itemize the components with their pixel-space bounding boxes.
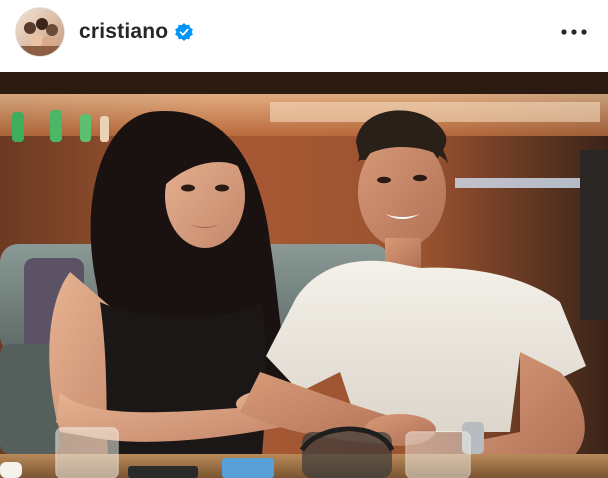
post-photo[interactable] — [0, 72, 608, 478]
post-photo-image — [0, 72, 608, 478]
avatar[interactable] — [16, 8, 64, 56]
post-header: cristiano — [0, 0, 608, 72]
username-group: cristiano — [79, 17, 194, 47]
verified-badge-icon — [174, 22, 194, 42]
username-link[interactable]: cristiano — [79, 20, 168, 44]
instagram-post: cristiano — [0, 0, 608, 478]
more-options-button[interactable] — [558, 20, 590, 44]
more-options-icon — [561, 29, 587, 35]
avatar-photo — [16, 8, 64, 56]
